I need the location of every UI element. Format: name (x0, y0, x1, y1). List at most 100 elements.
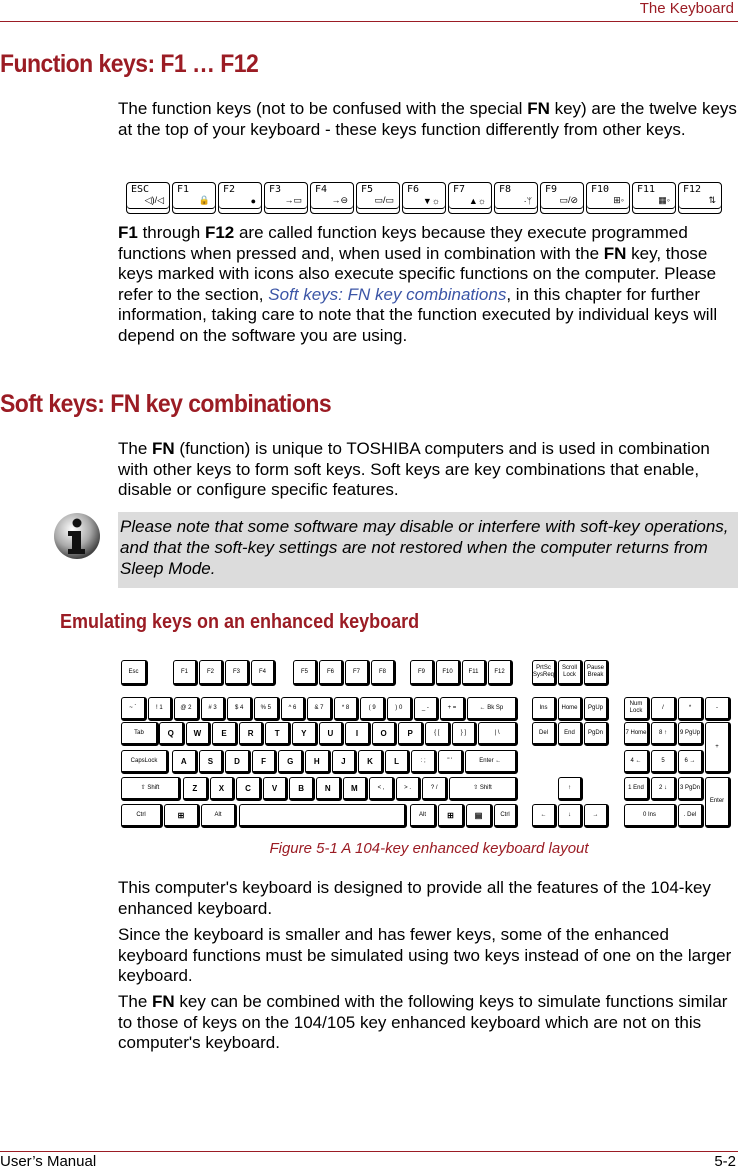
key-capslock: CapsLock (121, 750, 169, 774)
key-del: . Del (678, 804, 704, 828)
key-: ~ ` (121, 697, 147, 721)
note-box: Please note that some software may disab… (118, 512, 738, 588)
key-5: 5 (651, 750, 677, 774)
key-7: & 7 (307, 697, 333, 721)
paragraph-keyboard-design: This computer's keyboard is designed to … (118, 878, 711, 918)
key-z: Z (183, 777, 209, 801)
key-o: O (371, 722, 398, 746)
lock-icon: 🔒 (198, 195, 210, 205)
key-1: ! 1 (147, 697, 174, 721)
key-f9: F9 (410, 660, 435, 686)
key-6: ^ 6 (280, 697, 307, 721)
fkey-f5: F5 ▭/▭ (356, 182, 400, 214)
key-l: L (384, 750, 411, 774)
key-del: Del (532, 722, 557, 746)
note-text: Please note that some software may disab… (120, 517, 729, 578)
display-switch-icon: ▭/▭ (374, 195, 394, 205)
fkey-label: F8 (499, 184, 512, 195)
key-: _ - (413, 697, 440, 721)
key-pause-break: Pause Break (584, 660, 609, 686)
heading-emulating-keys: Emulating keys on an enhanced keyboard (60, 611, 420, 633)
key-: > . (395, 777, 422, 801)
key-: * (678, 697, 704, 721)
key-p: P (398, 722, 424, 746)
key-f7: F7 (345, 660, 370, 686)
key-home: Home (558, 697, 583, 721)
fkey-esc: ESC ◁)/◁ (126, 182, 170, 214)
scroll-lock-icon: ⇅ (708, 195, 716, 205)
key-4: $ 4 (227, 697, 253, 721)
key-f3: F3 (225, 660, 250, 686)
key-3-pgdn: 3 PgDn (678, 777, 704, 801)
numeric-mode-icon: ▦◦ (658, 195, 670, 205)
key-1-end: 1 End (624, 777, 650, 801)
key-k: K (358, 750, 384, 774)
key-f1: F1 (173, 660, 198, 686)
key-esc: Esc (121, 660, 148, 686)
key-6: 6 → (678, 750, 704, 774)
paragraph-fn-combination: The FN key can be combined with the foll… (118, 992, 728, 1052)
heading-soft-keys: Soft keys: FN key combinations (0, 390, 332, 418)
paragraph-soft-keys: The FN (function) is unique to TOSHIBA c… (118, 439, 710, 499)
fkey-f9: F9 ▭/⊘ (540, 182, 584, 214)
key-y: Y (292, 722, 318, 746)
key-enter: Enter (705, 777, 731, 828)
key-9: ( 9 (360, 697, 386, 721)
fkey-f4: F4 →⊖ (310, 182, 354, 214)
key-enter: Enter ← (464, 750, 518, 774)
key-f10: F10 (436, 660, 461, 686)
key-e: E (212, 722, 238, 746)
key-7-home: 7 Home (624, 722, 650, 746)
key-w: W (185, 722, 212, 746)
brightness-up-icon: ▲☼ (468, 196, 486, 206)
key-: - (705, 697, 731, 721)
fkey-label: F12 (683, 184, 702, 195)
key-c: C (236, 777, 262, 801)
key-bk-sp: ← Bk Sp (466, 697, 518, 721)
key-: + (705, 722, 731, 774)
header-rule (0, 21, 738, 22)
key-r: R (238, 722, 265, 746)
link-soft-keys[interactable]: Soft keys: FN key combinations (268, 285, 506, 304)
key-f: F (251, 750, 278, 774)
key-m: M (342, 777, 369, 801)
key-: ⊞ (164, 804, 200, 828)
key-shift: ⇧ Shift (121, 777, 181, 801)
key-: : ; (411, 750, 437, 774)
key-3: # 3 (200, 697, 227, 721)
paragraph-function-keys-intro: The function keys (not to be confused wi… (118, 99, 737, 139)
key-a: A (172, 750, 198, 774)
key-4: 4 ← (624, 750, 650, 774)
key-pgdn: PgDn (584, 722, 609, 746)
key-2: @ 2 (174, 697, 200, 721)
fkey-f3: F3 →▭ (264, 182, 308, 214)
footer-rule (0, 1151, 738, 1152)
key-f8: F8 (371, 660, 396, 686)
key-tab: Tab (121, 722, 159, 746)
speaker-mute-icon: ◁)/◁ (144, 195, 164, 205)
fkey-label: F6 (407, 184, 420, 195)
key-f2: F2 (199, 660, 224, 686)
key-: ⊞ (438, 804, 465, 828)
hibernate-icon: →⊖ (331, 195, 348, 205)
key-: ↓ (558, 804, 583, 828)
wireless-icon: ·ᛘ (523, 196, 532, 206)
fkey-label: ESC (131, 184, 150, 195)
fkey-f12: F12 ⇅ (678, 182, 722, 214)
key-n: N (316, 777, 342, 801)
fkey-f2: F2 ● (218, 182, 262, 214)
fkey-f1: F1 🔒 (172, 182, 216, 214)
key-ctrl: Ctrl (494, 804, 518, 828)
key-: ▤ (466, 804, 493, 828)
key-9-pgup: 9 PgUp (678, 722, 704, 746)
key-f12: F12 (488, 660, 513, 686)
key-f4: F4 (251, 660, 276, 686)
footer-manual-title: User’s Manual (0, 1153, 97, 1170)
fkey-f11: F11 ▦◦ (632, 182, 676, 214)
key-: + = (440, 697, 466, 721)
key-alt: Alt (410, 804, 437, 828)
key-: → (584, 804, 609, 828)
power-plan-icon: ● (250, 196, 256, 206)
key-prtsc-sysreq: PrtSc SysReq (532, 660, 557, 686)
sleep-icon: →▭ (284, 195, 302, 205)
